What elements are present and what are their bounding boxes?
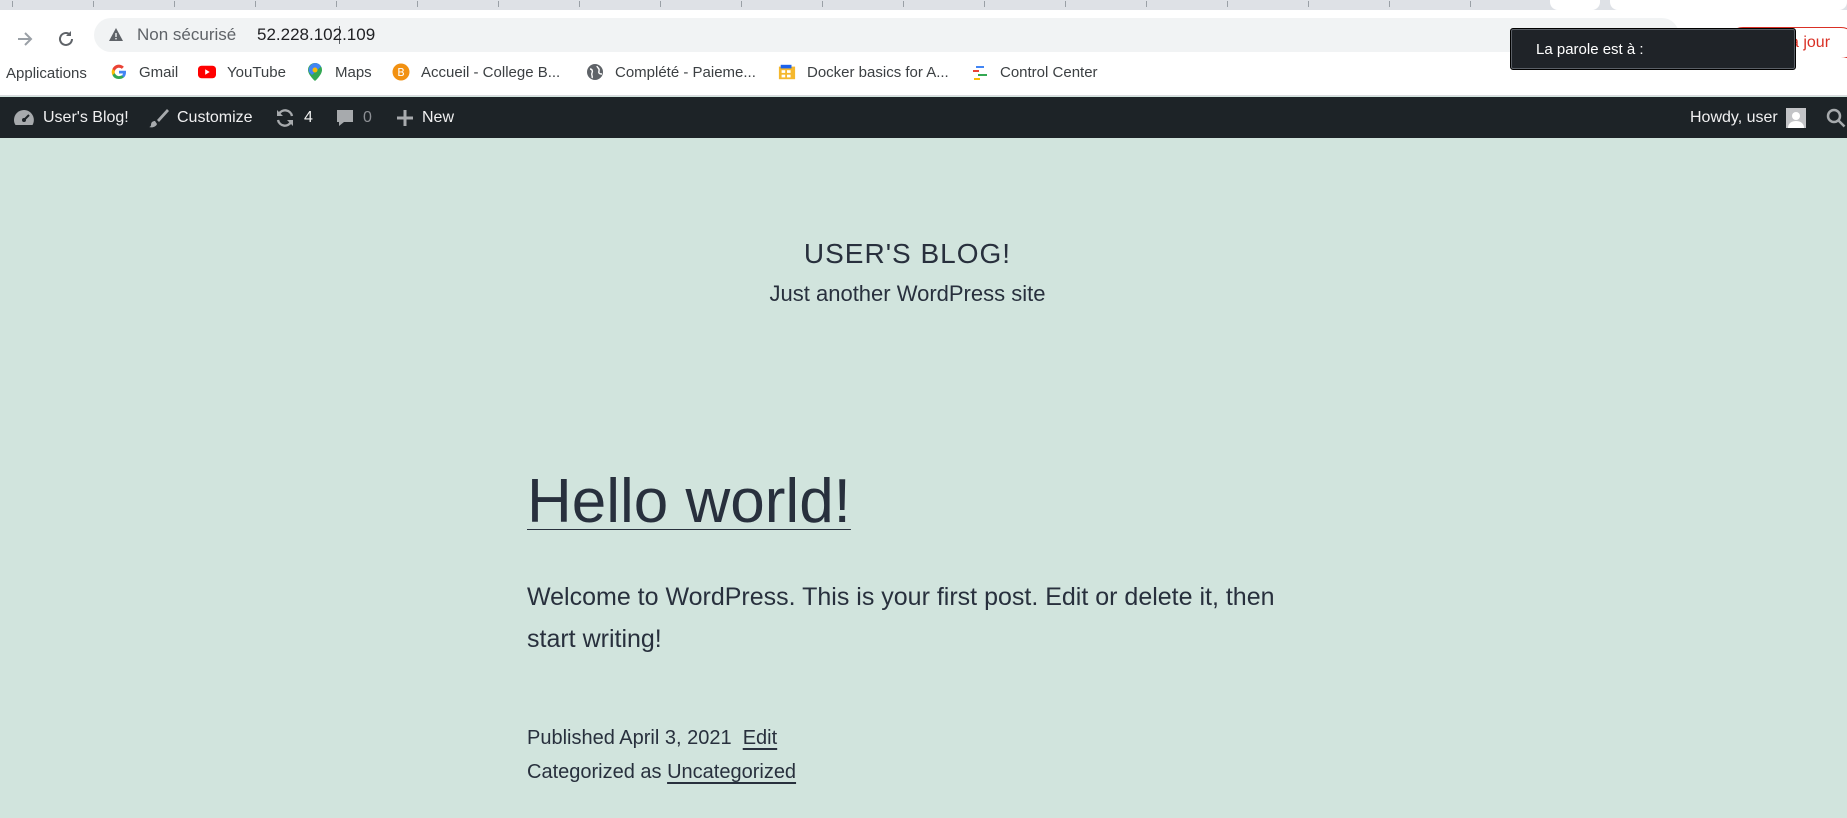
warning-icon [109,28,123,41]
bookmark-label: Applications [6,65,87,82]
bookmark-label: Accueil - College B... [421,63,561,81]
tab-divider [1389,1,1390,7]
post-published-meta: Published April 3, 2021 Edit [527,727,777,750]
bookmark-label: YouTube [227,63,286,81]
admin-comments-count: 0 [363,108,372,126]
tab-edge[interactable] [1610,0,1847,10]
admin-search[interactable] [1826,97,1846,138]
tab-divider [1227,1,1228,7]
comment-icon [335,108,355,128]
admin-site-name-label: User's Blog! [43,108,129,126]
address-bar[interactable]: Non sécurisé 52.228.102.109 [94,18,1679,52]
bookmark-docker[interactable]: Docker basics for A... [778,63,949,81]
tab-divider [1470,1,1471,7]
bookmark-label: Control Center [1000,63,1098,81]
forward-button[interactable] [12,26,38,52]
url-text[interactable]: 52.228.102.109 [257,25,375,45]
bookmark-youtube[interactable]: YouTube [198,63,286,81]
admin-site-name[interactable]: User's Blog! [13,97,129,138]
tab-divider [174,1,175,7]
admin-customize[interactable]: Customize [149,97,253,138]
tab-divider [903,1,904,7]
dashboard-icon [13,108,35,128]
user-avatar-icon [1785,107,1806,128]
admin-updates[interactable]: 4 [274,97,313,138]
admin-customize-label: Customize [177,108,253,126]
globe-icon [586,63,604,81]
tab-divider [579,1,580,7]
active-tab-edge[interactable] [1550,0,1600,10]
tab-divider [1065,1,1066,7]
bookmark-label: Gmail [139,63,179,81]
site-description: Just another WordPress site [769,281,1046,306]
bookmark-label: Maps [335,63,372,81]
tab-divider [255,1,256,7]
bookmark-label: Complété - Paieme... [615,63,756,81]
tab-divider [984,1,985,7]
wp-admin-bar: User's Blog! Customize 4 0 New Howdy, us… [0,97,1847,138]
categorized-prefix: Categorized as [527,761,662,783]
admin-account[interactable]: Howdy, user [1690,97,1806,138]
updates-icon [274,108,296,128]
bookmark-applications[interactable]: Applications [6,65,87,82]
speech-tooltip: La parole est à : [1510,28,1796,70]
reload-button[interactable] [53,26,79,52]
bookmark-label: Docker basics for A... [807,63,949,81]
tab-divider [93,1,94,7]
tab-divider [741,1,742,7]
maps-icon [306,63,324,81]
bookmark-control-center[interactable]: Control Center [971,63,1098,81]
post-title[interactable]: Hello world! [527,466,851,537]
reload-icon [59,31,73,46]
tab-divider [417,1,418,7]
admin-howdy-label: Howdy, user [1690,108,1778,126]
bookmark-college[interactable]: B Accueil - College B... [392,63,560,81]
bookmark-maps[interactable]: Maps [306,63,372,81]
bookmark-gmail[interactable]: Gmail [110,63,178,81]
published-date: April 3, 2021 [619,727,732,749]
tab-divider [1308,1,1309,7]
admin-comments[interactable]: 0 [335,97,372,138]
edit-post-link[interactable]: Edit [743,727,777,749]
site-title[interactable]: USER'S BLOG! [0,238,1815,270]
admin-new[interactable]: New [396,97,454,138]
plus-icon [396,109,414,127]
forward-arrow-icon [18,32,33,46]
admin-updates-count: 4 [304,108,313,126]
tab-divider [660,1,661,7]
tab-divider [12,1,13,7]
svg-text:B: B [397,66,405,79]
search-icon [1826,108,1846,127]
youtube-icon [198,63,216,81]
google-icon [110,63,128,81]
docker-icon [778,63,796,81]
post-category-meta: Categorized as Uncategorized [527,761,796,784]
tab-strip [0,0,1847,10]
tab-divider [822,1,823,7]
security-status[interactable]: Non sécurisé [137,25,236,45]
admin-new-label: New [422,108,455,126]
bookmark-completed[interactable]: Complété - Paieme... [586,63,756,81]
college-icon: B [392,63,410,81]
paintbrush-icon [149,108,169,128]
tab-divider [336,1,337,7]
category-link[interactable]: Uncategorized [667,761,796,783]
tab-divider [498,1,499,7]
control-center-icon [971,63,989,81]
published-prefix: Published [527,727,615,749]
tab-divider [1146,1,1147,7]
post-body: Welcome to WordPress. This is your first… [527,583,1275,653]
